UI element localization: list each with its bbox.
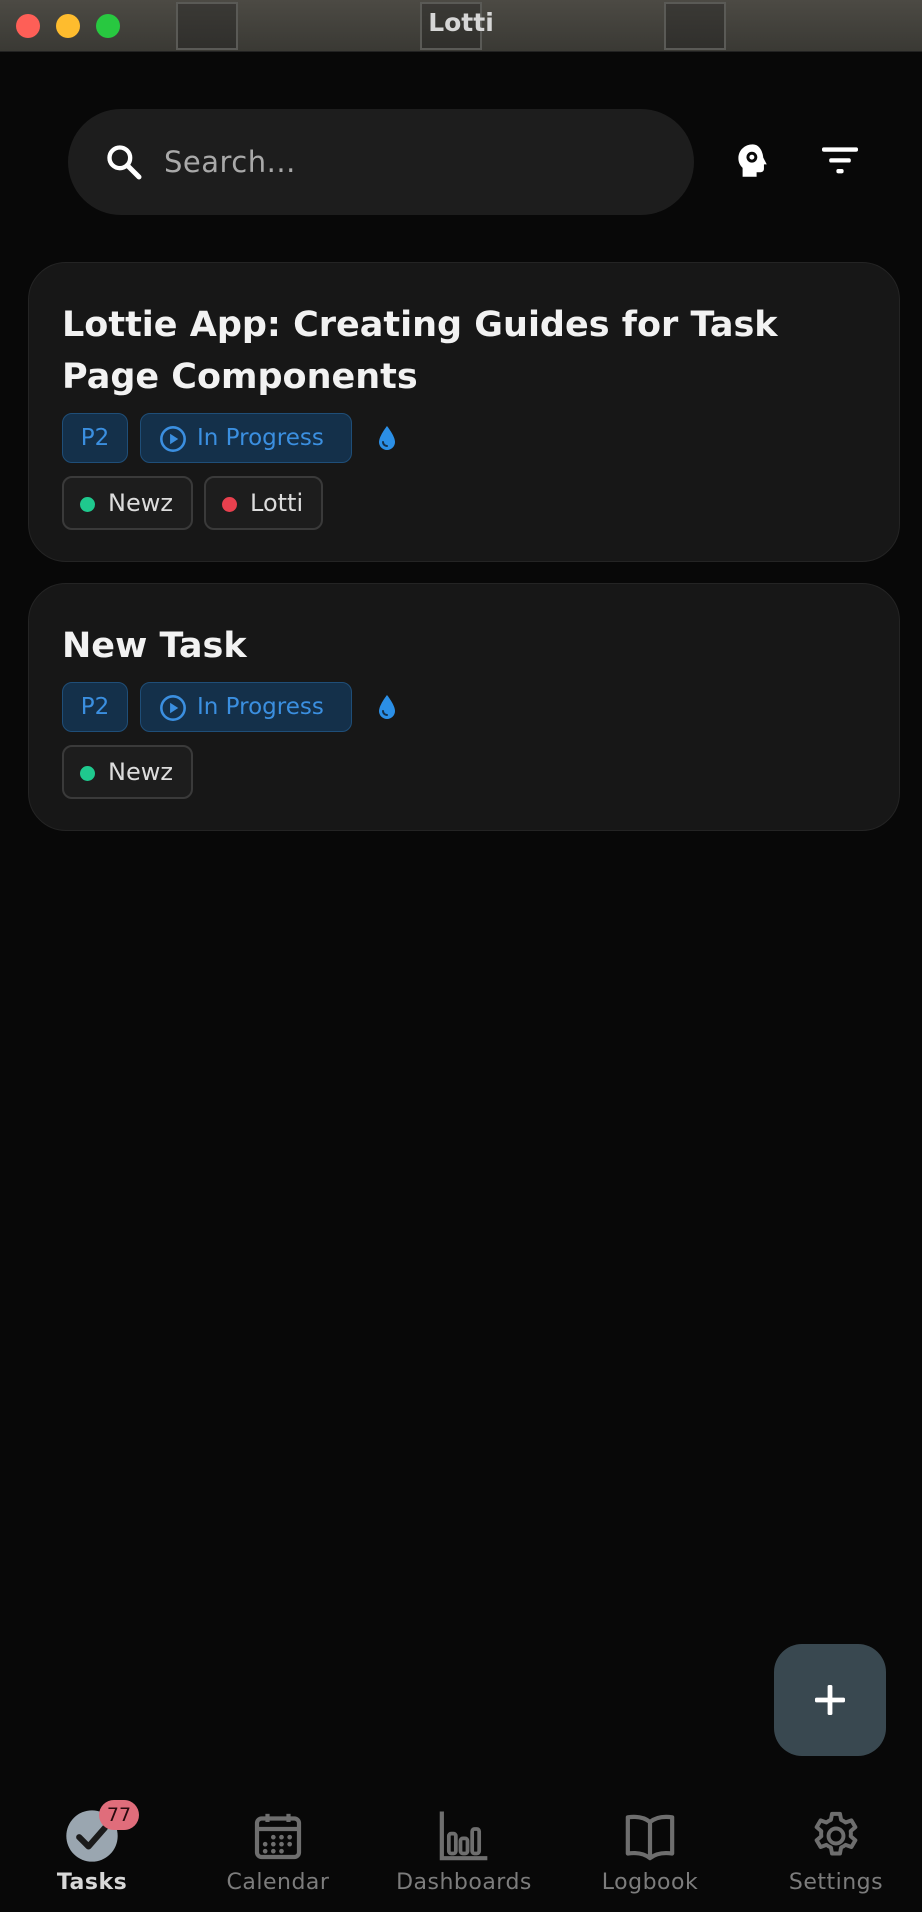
tag-color-dot bbox=[80, 497, 95, 512]
priority-chip[interactable]: P2 bbox=[62, 413, 128, 463]
tag-label: Lotti bbox=[250, 489, 304, 517]
search-icon bbox=[107, 145, 142, 180]
play-circle-icon bbox=[160, 695, 186, 721]
status-chip[interactable]: In Progress bbox=[140, 413, 352, 463]
tag-chip-newz[interactable]: Newz bbox=[62, 745, 193, 799]
tag-chip-newz[interactable]: Newz bbox=[62, 476, 193, 530]
window-title: Lotti bbox=[428, 8, 494, 37]
tag-label: Newz bbox=[108, 489, 173, 517]
tag-color-dot bbox=[222, 497, 237, 512]
task-title: New Task bbox=[62, 626, 247, 666]
gear-icon bbox=[814, 1811, 858, 1856]
nav-label: Tasks bbox=[56, 1870, 128, 1895]
priority-chip[interactable]: P2 bbox=[62, 682, 128, 732]
tag-color-dot bbox=[80, 766, 95, 781]
nav-item-tasks[interactable]: 77 Tasks bbox=[0, 1770, 184, 1912]
nav-item-calendar[interactable]: Calendar bbox=[186, 1770, 370, 1912]
add-task-button[interactable] bbox=[774, 1644, 886, 1756]
task-card[interactable]: New Task P2 In Progress Newz bbox=[28, 583, 900, 831]
search-input[interactable]: Search... bbox=[68, 109, 694, 215]
tag-chip-lotti[interactable]: Lotti bbox=[204, 476, 324, 530]
water-drop-icon bbox=[379, 695, 395, 719]
nav-item-dashboards[interactable]: Dashboards bbox=[372, 1770, 556, 1912]
task-title: Lottie App: Creating Guides for Task Pag… bbox=[62, 305, 778, 397]
window-titlebar: Lotti bbox=[0, 0, 922, 52]
nav-label: Logbook bbox=[601, 1870, 699, 1895]
tag-label: Newz bbox=[108, 758, 173, 786]
play-circle-icon bbox=[160, 426, 186, 452]
nav-label: Settings bbox=[788, 1870, 884, 1895]
plus-icon bbox=[815, 1685, 845, 1715]
water-drop-icon bbox=[379, 426, 395, 450]
nav-label: Dashboards bbox=[396, 1870, 532, 1895]
status-label: In Progress bbox=[197, 425, 324, 451]
nav-item-logbook[interactable]: Logbook bbox=[558, 1770, 742, 1912]
bar-chart-icon bbox=[439, 1811, 488, 1861]
nav-item-settings[interactable]: Settings bbox=[744, 1770, 922, 1912]
nav-label: Calendar bbox=[226, 1870, 330, 1895]
status-label: In Progress bbox=[197, 694, 324, 720]
bottom-navigation: 77 Tasks Calendar Dashboards Logbook Set… bbox=[0, 1770, 922, 1912]
filter-icon[interactable] bbox=[818, 142, 862, 178]
tasks-count-badge: 77 bbox=[99, 1800, 139, 1830]
status-chip[interactable]: In Progress bbox=[140, 682, 352, 732]
search-placeholder: Search... bbox=[164, 145, 296, 179]
book-icon bbox=[625, 1814, 675, 1861]
calendar-icon bbox=[254, 1813, 302, 1860]
head-gear-icon[interactable] bbox=[730, 140, 772, 182]
task-card[interactable]: Lottie App: Creating Guides for Task Pag… bbox=[28, 262, 900, 562]
